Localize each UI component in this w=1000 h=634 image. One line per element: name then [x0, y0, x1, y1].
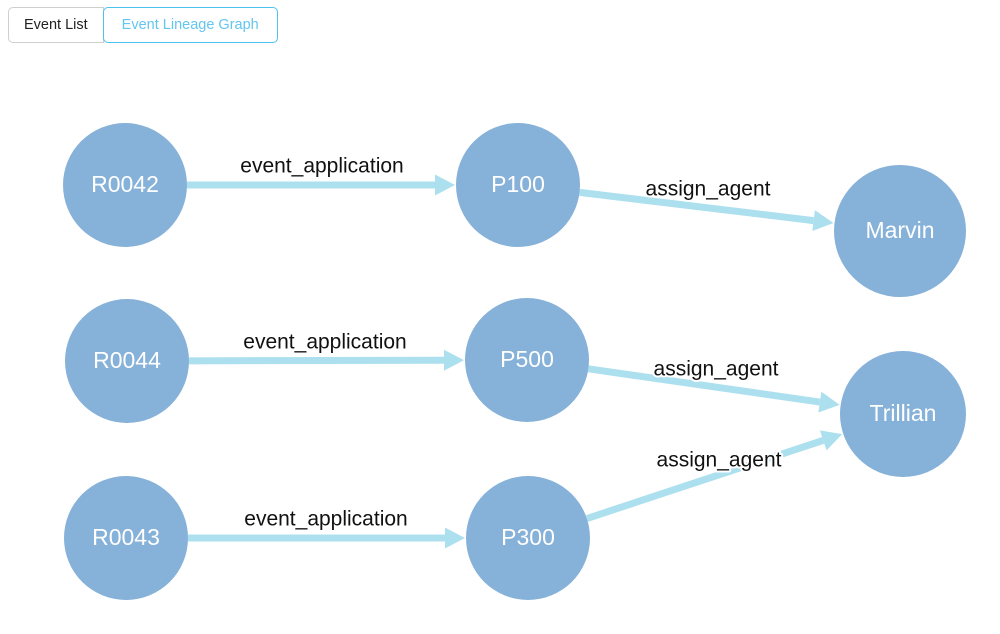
node-circle[interactable]	[840, 351, 966, 477]
graph-node[interactable]: R0044	[65, 299, 189, 423]
edge-label-halo: assign_agent	[654, 358, 779, 381]
tab-event-lineage-graph-label: Event Lineage Graph	[121, 16, 259, 33]
edge-arrowhead-icon	[435, 174, 455, 196]
edge-label-halo: assign_agent	[646, 178, 771, 201]
edge-label: assign_agent	[654, 358, 779, 381]
edge-label: event_application	[243, 331, 406, 354]
graph-edge[interactable]	[587, 365, 840, 413]
graph-edge[interactable]	[188, 349, 464, 371]
node-circle[interactable]	[456, 123, 580, 247]
node-circle[interactable]	[465, 298, 589, 422]
graph-node[interactable]: R0042	[63, 123, 187, 247]
graph-edge[interactable]	[585, 430, 843, 522]
graph-edge[interactable]	[187, 174, 455, 196]
graph-edge[interactable]	[579, 188, 834, 232]
graph-node[interactable]: P100	[456, 123, 580, 247]
edge-label: event_application	[244, 508, 407, 531]
edge-label-halo: event_application	[244, 508, 407, 531]
edge-arrowhead-icon	[818, 391, 840, 413]
edge-arrowhead-icon	[443, 349, 464, 371]
edge-label: event_application	[240, 155, 403, 178]
graph-edge[interactable]	[188, 527, 465, 549]
graph-node[interactable]: R0043	[64, 476, 188, 600]
node-circle[interactable]	[63, 123, 187, 247]
edge-label: assign_agent	[646, 178, 771, 201]
edge-label-halo: event_application	[240, 155, 403, 178]
tab-event-lineage-graph[interactable]: Event Lineage Graph	[102, 7, 278, 43]
node-circle[interactable]	[64, 476, 188, 600]
graph-node[interactable]: P500	[465, 298, 589, 422]
edge-label-halo: event_application	[243, 331, 406, 354]
edge-arrowhead-icon	[445, 527, 465, 549]
graph-node[interactable]: Trillian	[840, 351, 966, 477]
node-circle[interactable]	[834, 165, 966, 297]
edge-arrowhead-icon	[812, 210, 834, 232]
graph-node[interactable]: P300	[466, 476, 590, 600]
node-circle[interactable]	[65, 299, 189, 423]
lineage-graph-svg: R0042 P100 Marvin R0044 P500 Trillian R0043 P30…	[63, 123, 966, 600]
node-circle[interactable]	[466, 476, 590, 600]
graph-node[interactable]: Marvin	[834, 165, 966, 297]
edge-arrowhead-icon	[819, 430, 843, 451]
event-lineage-graph-canvas[interactable]: R0042 P100 Marvin R0044 P500 Trillian R0043 P30…	[0, 0, 1000, 634]
